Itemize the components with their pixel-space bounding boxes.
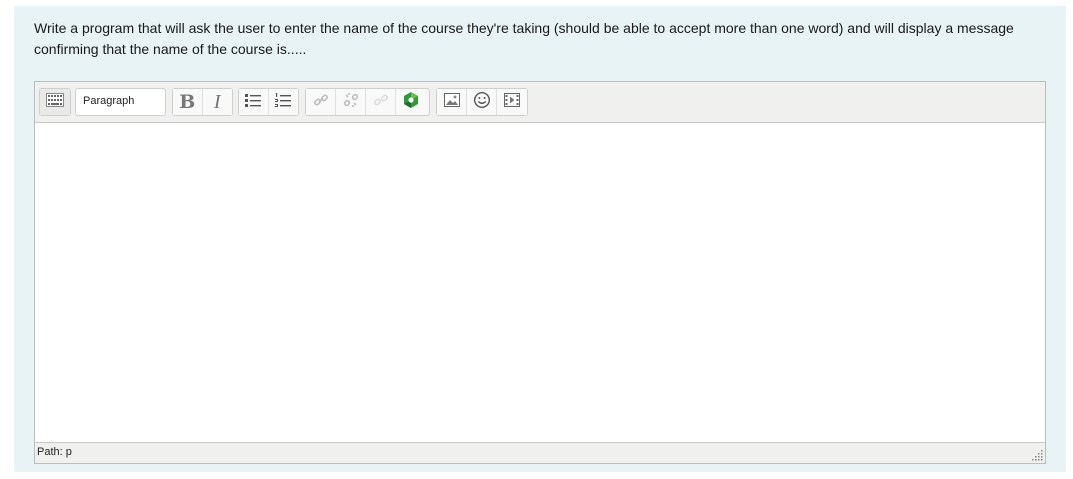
media-group — [436, 88, 528, 116]
unlink-button[interactable] — [336, 89, 366, 115]
recordrtc-button[interactable] — [396, 89, 426, 115]
resize-handle-icon[interactable] — [1030, 448, 1044, 462]
editor-statusbar: Path: p — [35, 442, 1045, 463]
list-group — [238, 88, 299, 116]
toolbar-toggle-group — [39, 88, 71, 116]
editor-content-area[interactable] — [35, 123, 1045, 436]
editor-toolbar: Paragraph B I — [35, 82, 1045, 123]
toolbar-toggle-button[interactable] — [40, 89, 70, 115]
italic-button[interactable]: I — [202, 89, 232, 115]
emoticon-icon — [473, 91, 491, 114]
no-autolink-button[interactable] — [366, 89, 396, 115]
ordered-list-icon — [274, 92, 292, 113]
text-style-group: B I — [172, 88, 233, 116]
link-group — [305, 88, 430, 116]
unordered-list-button[interactable] — [239, 89, 269, 115]
insert-media-button[interactable] — [497, 89, 527, 115]
image-icon — [443, 92, 461, 113]
insert-image-button[interactable] — [437, 89, 467, 115]
insert-emoticon-button[interactable] — [467, 89, 497, 115]
question-text: Write a program that will ask the user t… — [34, 20, 1014, 57]
unlink-icon — [343, 92, 359, 113]
question-panel: Write a program that will ask the user t… — [14, 6, 1066, 472]
bold-button[interactable]: B — [173, 89, 203, 115]
rich-text-editor: Paragraph B I Path: p — [34, 81, 1046, 464]
media-icon — [503, 92, 521, 113]
unordered-list-icon — [244, 92, 262, 113]
link-icon — [313, 92, 329, 113]
italic-icon: I — [213, 90, 221, 113]
ordered-list-button[interactable] — [268, 89, 298, 115]
format-select-value: Paragraph — [83, 95, 135, 107]
no-autolink-icon — [373, 92, 389, 113]
bold-icon: B — [179, 91, 196, 113]
element-path[interactable]: Path: p — [37, 446, 72, 458]
link-button[interactable] — [306, 89, 336, 115]
paragraph-format-select[interactable]: Paragraph — [75, 88, 183, 116]
recordrtc-icon — [402, 91, 420, 114]
toolbar-toggle-icon — [46, 92, 64, 112]
